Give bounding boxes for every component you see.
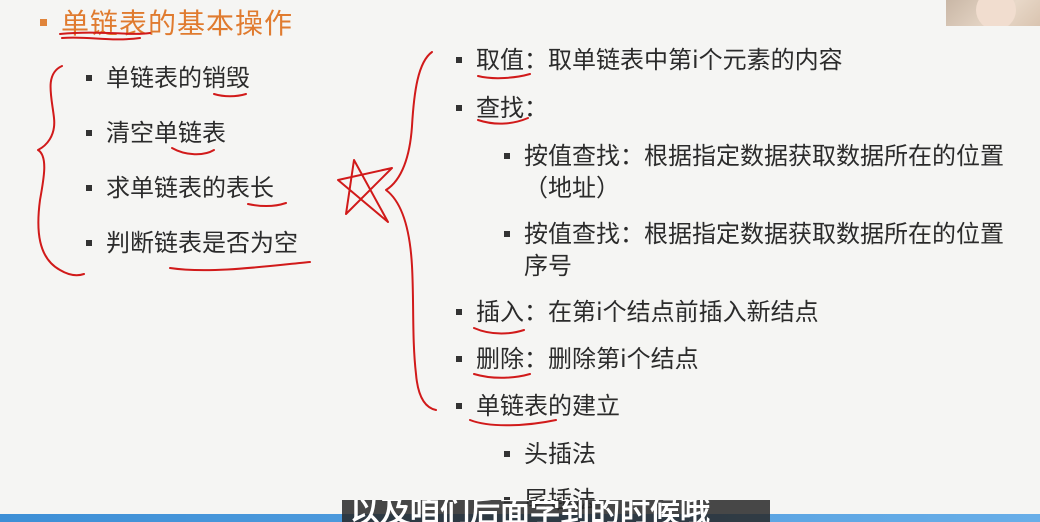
bullet-icon [456, 403, 462, 409]
list-item-text: 取值：取单链表中第i个元素的内容 [476, 46, 843, 74]
bullet-icon [456, 57, 462, 63]
list-item-text: 插入：在第i个结点前插入新结点 [476, 298, 819, 326]
title-bullet [40, 18, 47, 26]
bullet-icon [86, 130, 92, 136]
bullet-icon [456, 105, 462, 111]
list-item-is-empty: 判断链表是否为空 [86, 227, 298, 259]
sub-item-text: 按值查找：根据指定数据获取数据所在的位置（地址） [524, 142, 1004, 202]
list-item-text: 求单链表的表长 [106, 174, 274, 202]
bullet-icon [504, 451, 510, 457]
list-item-text: 查找： [476, 94, 548, 122]
bullet-icon [504, 153, 510, 159]
list-item-length: 求单链表的表长 [86, 172, 274, 204]
webcam-thumbnail [946, 0, 1040, 26]
underline-destroy [213, 93, 247, 98]
subtitle-caption: 以及咱们后面学到的时候哦 [342, 500, 770, 522]
list-item-text: 单链表的建立 [476, 392, 620, 420]
sub-item-text: 按值查找：根据指定数据获取数据所在的位置序号 [524, 220, 1004, 280]
sub-item-text: 头插法 [524, 440, 596, 468]
bullet-icon [86, 75, 92, 81]
subtitle-text: 以及咱们后面学到的时候哦 [350, 500, 710, 522]
bullet-icon [86, 240, 92, 246]
list-item-delete: 删除：删除第i个结点 [456, 343, 699, 375]
list-item-text: 删除：删除第i个结点 [476, 345, 699, 373]
list-item-clear: 清空单链表 [86, 117, 226, 149]
right-brace [385, 51, 437, 411]
list-item-destroy: 单链表的销毁 [86, 62, 250, 94]
bullet-icon [456, 356, 462, 362]
list-item-get-value: 取值：取单链表中第i个元素的内容 [456, 44, 843, 76]
bullet-icon [456, 309, 462, 315]
sub-item-find-by-value-index: 按值查找：根据指定数据获取数据所在的位置序号 [504, 218, 1024, 282]
list-item-find: 查找： [456, 92, 548, 124]
underline-empty [169, 261, 311, 272]
star-mark [337, 159, 393, 223]
slide-title-row: 单链表的基本操作 [40, 2, 293, 42]
left-brace [37, 65, 85, 277]
sub-item-find-by-value-address: 按值查找：根据指定数据获取数据所在的位置（地址） [504, 140, 1024, 204]
underline-insert [473, 327, 525, 335]
bullet-icon [86, 185, 92, 191]
list-item-text: 判断链表是否为空 [106, 229, 298, 257]
list-item-build: 单链表的建立 [456, 390, 620, 422]
list-item-insert: 插入：在第i个结点前插入新结点 [456, 296, 819, 328]
list-item-text: 清空单链表 [106, 119, 226, 147]
sub-item-head-insert: 头插法 [504, 438, 596, 470]
bullet-icon [504, 231, 510, 237]
slide-title: 单链表的基本操作 [61, 7, 294, 40]
list-item-text: 单链表的销毁 [106, 64, 250, 92]
